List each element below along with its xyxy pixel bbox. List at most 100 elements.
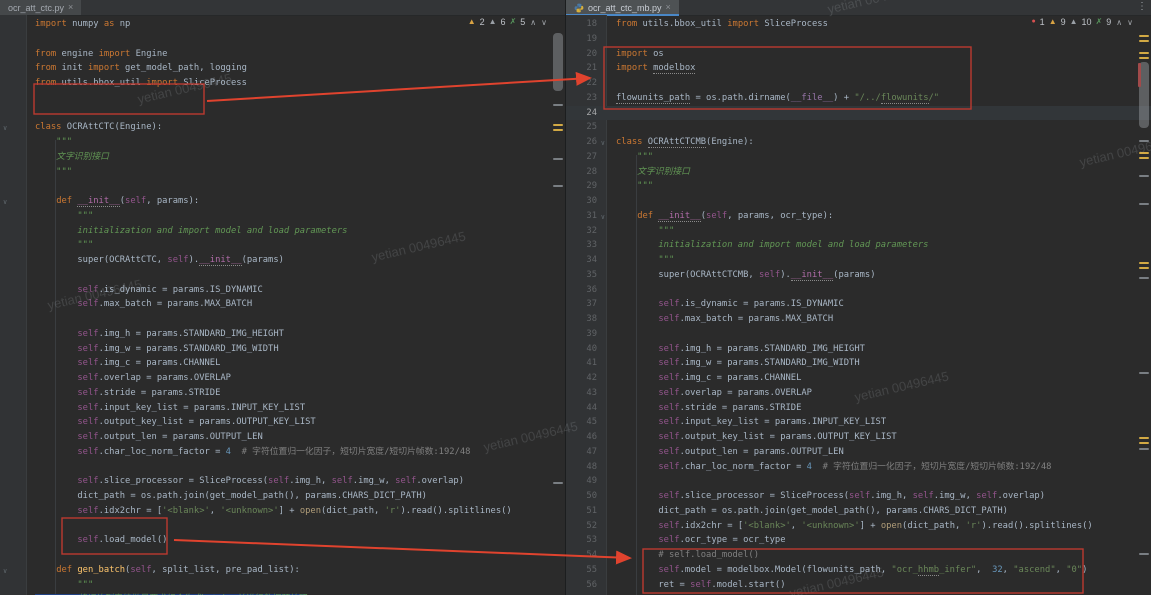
code-line[interactable] [0, 548, 565, 563]
code-line[interactable]: 53 self.ocr_type = ocr_type [566, 533, 1151, 548]
stripe-mark[interactable] [553, 104, 563, 106]
weak-inspection-icon[interactable]: ▲ [489, 17, 497, 27]
code-line[interactable]: """ [0, 578, 565, 593]
fold-icon[interactable]: ∨ [3, 121, 7, 136]
code-line[interactable]: 42 self.img_c = params.CHANNEL [566, 371, 1151, 386]
code-line[interactable] [0, 91, 565, 106]
code-line[interactable]: 38 self.max_batch = params.MAX_BATCH [566, 312, 1151, 327]
code-line[interactable]: ∨ def __init__(self, params): [0, 194, 565, 209]
code-line[interactable]: 40 self.img_h = params.STANDARD_IMG_HEIG… [566, 342, 1151, 357]
code-line[interactable]: self.idx2chr = ['<blank>', '<unknown>'] … [0, 504, 565, 519]
code-line[interactable]: 55 self.model = modelbox.Model(flowunits… [566, 563, 1151, 578]
stripe-mark[interactable] [1139, 203, 1149, 205]
error-inspection-icon[interactable]: ● [1031, 17, 1035, 27]
close-icon[interactable]: × [68, 3, 73, 12]
error-stripe-left[interactable] [551, 15, 565, 595]
stripe-mark[interactable] [553, 129, 563, 131]
code-line[interactable] [0, 460, 565, 475]
fold-icon[interactable]: ∨ [601, 136, 605, 151]
code-line[interactable] [0, 32, 565, 47]
next-problem-icon[interactable]: ∨ [1127, 18, 1133, 27]
next-problem-icon[interactable]: ∨ [541, 18, 547, 27]
scrollbar-thumb[interactable] [553, 33, 563, 91]
code-line[interactable]: 44 self.stride = params.STRIDE [566, 401, 1151, 416]
code-line[interactable]: 27 """ [566, 150, 1151, 165]
code-line[interactable]: self.output_len = params.OUTPUT_LEN [0, 430, 565, 445]
code-line[interactable]: from engine import Engine [0, 47, 565, 62]
stripe-mark[interactable] [1139, 40, 1149, 42]
code-line[interactable] [0, 312, 565, 327]
code-line[interactable]: 25 [566, 120, 1151, 135]
stripe-mark[interactable] [553, 482, 563, 484]
code-line[interactable]: """ [0, 209, 565, 224]
code-line[interactable]: 24 [566, 105, 1151, 121]
stripe-mark[interactable] [1139, 553, 1149, 555]
code-line[interactable] [0, 179, 565, 194]
code-line[interactable]: 33 initialization and import model and l… [566, 238, 1151, 253]
code-line[interactable]: self.is_dynamic = params.IS_DYNAMIC [0, 283, 565, 298]
code-line[interactable] [0, 519, 565, 534]
code-line[interactable]: 56 ret = self.model.start() [566, 578, 1151, 593]
stripe-mark[interactable] [1139, 277, 1149, 279]
code-line[interactable]: self.output_key_list = params.OUTPUT_KEY… [0, 415, 565, 430]
code-line[interactable]: """ [0, 238, 565, 253]
stripe-mark[interactable] [553, 185, 563, 187]
typo-inspection-icon[interactable]: ✗ [1096, 17, 1103, 27]
code-line[interactable]: self.img_c = params.CHANNEL [0, 356, 565, 371]
stripe-mark[interactable] [553, 124, 563, 126]
code-line[interactable]: 41 self.img_w = params.STANDARD_IMG_WIDT… [566, 356, 1151, 371]
stripe-mark[interactable] [1139, 157, 1149, 159]
stripe-mark[interactable] [1139, 437, 1149, 439]
stripe-mark[interactable] [1138, 63, 1141, 87]
code-line[interactable]: 34 """ [566, 253, 1151, 268]
stripe-mark[interactable] [1139, 35, 1149, 37]
stripe-mark[interactable] [1139, 262, 1149, 264]
code-editor-left[interactable]: import numpy as np from engine import Eng… [0, 15, 565, 595]
code-line[interactable]: 39 [566, 327, 1151, 342]
fold-icon[interactable]: ∨ [3, 195, 7, 210]
code-line[interactable]: 28 文字识别接口 [566, 165, 1151, 180]
code-line[interactable] [0, 268, 565, 283]
code-line[interactable]: 30 [566, 194, 1151, 209]
warning-inspection-icon[interactable]: ▲ [1049, 17, 1057, 27]
code-line[interactable]: ∨ def gen_batch(self, split_list, pre_pa… [0, 563, 565, 578]
code-line[interactable]: """ [0, 135, 565, 150]
code-line[interactable]: self.img_w = params.STANDARD_IMG_WIDTH [0, 342, 565, 357]
code-line[interactable]: 文字识别接口 [0, 150, 565, 165]
code-line[interactable]: dict_path = os.path.join(get_model_path(… [0, 489, 565, 504]
code-line[interactable]: 21 import modelbox [566, 61, 1151, 76]
typo-inspection-icon[interactable]: ✗ [510, 17, 517, 27]
stripe-mark[interactable] [1139, 448, 1149, 450]
code-line[interactable]: 48 self.char_loc_norm_factor = 4 # 字符位置归… [566, 460, 1151, 475]
close-icon[interactable]: × [666, 3, 671, 12]
code-line[interactable]: self.input_key_list = params.INPUT_KEY_L… [0, 401, 565, 416]
code-line[interactable]: 45 self.input_key_list = params.INPUT_KE… [566, 415, 1151, 430]
code-line[interactable]: 20 import os [566, 47, 1151, 62]
code-line[interactable]: 43 self.overlap = params.OVERLAP [566, 386, 1151, 401]
code-line[interactable]: self.load_model() [0, 533, 565, 548]
code-line[interactable]: 29 """ [566, 179, 1151, 194]
code-line[interactable]: self.overlap = params.OVERLAP [0, 371, 565, 386]
weak-inspection-icon[interactable]: ▲ [1070, 17, 1078, 27]
code-line[interactable]: self.char_loc_norm_factor = 4 # 字符位置归一化因… [0, 445, 565, 460]
tab-ocr-att-ctc-mb[interactable]: ocr_att_ctc_mb.py × [566, 0, 679, 16]
code-line[interactable]: from utils.bbox_util import SliceProcess [0, 76, 565, 91]
code-line[interactable]: 26 ∨ class OCRAttCTCMB(Engine): [566, 135, 1151, 150]
code-line[interactable]: 46 self.output_key_list = params.OUTPUT_… [566, 430, 1151, 445]
prev-problem-icon[interactable]: ∧ [530, 18, 536, 27]
code-line[interactable]: self.max_batch = params.MAX_BATCH [0, 297, 565, 312]
more-options-icon[interactable]: ⋮ [1137, 1, 1147, 12]
code-line[interactable]: """ [0, 165, 565, 180]
code-line[interactable]: self.img_h = params.STANDARD_IMG_HEIGHT [0, 327, 565, 342]
code-line[interactable]: initialization and import model and load… [0, 224, 565, 239]
code-line[interactable]: 32 """ [566, 224, 1151, 239]
code-line[interactable]: 31 ∨ def __init__(self, params, ocr_type)… [566, 209, 1151, 224]
code-line[interactable]: 49 [566, 474, 1151, 489]
stripe-mark[interactable] [553, 158, 563, 160]
fold-icon[interactable]: ∨ [3, 564, 7, 579]
tab-ocr-att-ctc[interactable]: ocr_att_ctc.py × [0, 0, 82, 15]
code-line[interactable]: 47 self.output_len = params.OUTPUT_LEN [566, 445, 1151, 460]
code-line[interactable]: 22 [566, 76, 1151, 91]
code-line[interactable]: 19 [566, 32, 1151, 47]
stripe-mark[interactable] [1139, 372, 1149, 374]
